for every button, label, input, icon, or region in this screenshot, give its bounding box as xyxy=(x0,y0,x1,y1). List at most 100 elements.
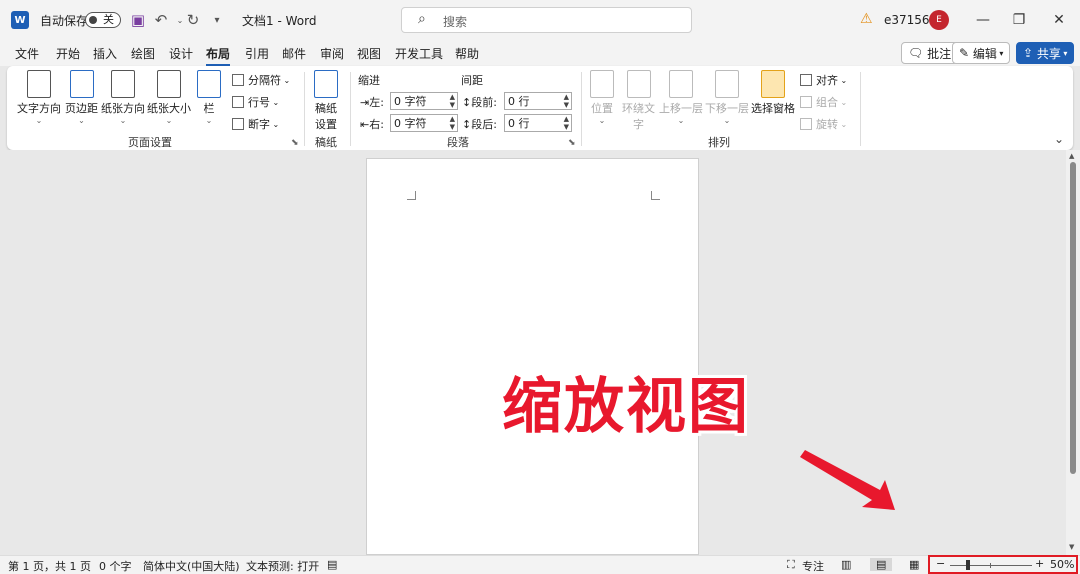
tab-layout[interactable]: 布局 xyxy=(206,45,231,66)
group-button[interactable]: 组合 ⌄ xyxy=(800,94,847,110)
paragraph-launcher-icon[interactable]: ⬊ xyxy=(568,138,576,148)
align-button[interactable]: 对齐 ⌄ xyxy=(800,72,847,88)
position-button[interactable]: 位置 ⌄ xyxy=(590,70,614,126)
text-direction-button[interactable]: 文字方向 ⌄ xyxy=(17,70,61,126)
selection-pane-icon xyxy=(761,70,785,98)
page-setup-launcher-icon[interactable]: ⬊ xyxy=(291,138,299,148)
avatar[interactable]: E xyxy=(929,10,949,30)
focus-label[interactable]: 专注 xyxy=(802,558,824,574)
scrollbar-thumb[interactable] xyxy=(1070,162,1076,474)
tab-developer[interactable]: 开发工具 xyxy=(395,45,443,62)
undo-icon[interactable]: ↶ xyxy=(151,10,171,30)
scroll-down-icon[interactable]: ▼ xyxy=(1069,543,1074,551)
bring-forward-button[interactable]: 上移一层 ⌄ xyxy=(659,70,703,126)
redo-icon[interactable]: ↻ xyxy=(183,10,203,30)
position-icon xyxy=(590,70,614,98)
indent-left-input[interactable]: 0 字符 ▲ ▼ xyxy=(390,92,458,110)
hyphenation-icon xyxy=(232,118,244,130)
hyphenation-label: 断字 xyxy=(248,118,270,131)
spinner-icon[interactable]: ▲ ▼ xyxy=(450,93,455,109)
comments-button[interactable]: 🗨 批注 xyxy=(901,42,959,64)
spinner-icon[interactable]: ▲ ▼ xyxy=(564,115,569,131)
breaks-icon xyxy=(232,74,244,86)
tab-file[interactable]: 文件 xyxy=(15,45,39,62)
wrap-text-button[interactable]: 环绕文 字 xyxy=(622,70,655,132)
web-layout-icon[interactable]: ▦ xyxy=(909,558,919,571)
zoom-slider-track[interactable] xyxy=(950,565,1032,566)
breaks-button[interactable]: 分隔符 ⌄ xyxy=(232,72,290,88)
send-backward-label: 下移一层 xyxy=(705,102,749,115)
collapse-ribbon-icon[interactable]: ⌄ xyxy=(1054,132,1064,146)
tab-review[interactable]: 审阅 xyxy=(320,45,344,62)
tab-mailings[interactable]: 邮件 xyxy=(282,45,306,62)
customize-qat-icon[interactable]: ▾ xyxy=(207,10,227,30)
spacing-before-input[interactable]: 0 行 ▲ ▼ xyxy=(504,92,572,110)
align-label: 对齐 xyxy=(816,74,838,87)
draft-settings-button[interactable]: 稿纸 设置 xyxy=(314,70,338,132)
page-setup-group-label: 页面设置 xyxy=(128,136,172,149)
tab-help[interactable]: 帮助 xyxy=(455,45,479,62)
warning-icon[interactable]: ⚠ xyxy=(860,11,873,27)
size-button[interactable]: 纸张大小 ⌄ xyxy=(147,70,191,126)
bring-forward-label: 上移一层 xyxy=(659,102,703,115)
tab-home[interactable]: 开始 xyxy=(56,45,80,62)
orientation-icon xyxy=(111,70,135,98)
close-icon[interactable]: ✕ xyxy=(1036,0,1080,40)
send-backward-button[interactable]: 下移一层 ⌄ xyxy=(705,70,749,126)
draft-settings-label-1: 稿纸 xyxy=(315,102,337,115)
columns-icon xyxy=(197,70,221,98)
editing-button[interactable]: ✎ 编辑 ▾ xyxy=(952,42,1011,64)
indent-right-input[interactable]: 0 字符 ▲ ▼ xyxy=(390,114,458,132)
columns-button[interactable]: 栏 ⌄ xyxy=(197,70,221,126)
text-prediction-status[interactable]: 文本预测: 打开 xyxy=(246,558,319,574)
zoom-out-icon[interactable]: − xyxy=(936,557,945,570)
accessibility-icon[interactable]: ▤ xyxy=(327,558,337,571)
tab-design[interactable]: 设计 xyxy=(169,45,193,62)
zoom-percent[interactable]: 50% xyxy=(1050,558,1074,571)
save-icon[interactable]: ▣ xyxy=(128,10,148,30)
focus-icon[interactable]: ⛶ xyxy=(787,558,795,572)
zoom-slider-knob[interactable] xyxy=(966,560,970,570)
position-label: 位置 xyxy=(591,102,613,115)
tab-view[interactable]: 视图 xyxy=(357,45,381,62)
scroll-up-icon[interactable]: ▲ xyxy=(1069,152,1074,160)
indent-right-icon: ⇤ xyxy=(360,118,370,131)
margins-button[interactable]: 页边距 ⌄ xyxy=(65,70,98,126)
group-divider xyxy=(304,72,305,146)
page-count[interactable]: 第 1 页，共 1 页 xyxy=(8,558,91,574)
username: e37156 xyxy=(884,13,930,27)
zoom-control[interactable]: − + 50% xyxy=(928,555,1078,574)
line-numbers-button[interactable]: 行号 ⌄ xyxy=(232,94,279,110)
word-count[interactable]: 0 个字 xyxy=(99,558,132,574)
language-status[interactable]: 简体中文(中国大陆) xyxy=(143,558,240,574)
orientation-button[interactable]: 纸张方向 ⌄ xyxy=(101,70,145,126)
share-button[interactable]: ⇪ 共享 ▾ xyxy=(1016,42,1075,64)
text-direction-label: 文字方向 xyxy=(17,102,61,115)
search-box[interactable]: ⌕ 搜索 xyxy=(401,7,692,33)
read-mode-icon[interactable]: ▥ xyxy=(841,558,851,571)
zoom-in-icon[interactable]: + xyxy=(1035,557,1044,570)
vertical-scrollbar[interactable]: ▲ ▼ xyxy=(1066,150,1080,555)
spacing-after-label: ↕段后: xyxy=(462,116,497,132)
spinner-icon[interactable]: ▲ ▼ xyxy=(564,93,569,109)
margins-label: 页边距 xyxy=(65,102,98,115)
status-bar: 第 1 页，共 1 页 0 个字 简体中文(中国大陆) 文本预测: 打开 ▤ ⛶… xyxy=(0,555,1080,574)
tab-draw[interactable]: 绘图 xyxy=(131,45,155,62)
tab-insert[interactable]: 插入 xyxy=(93,45,117,62)
indent-title: 缩进 xyxy=(358,74,380,87)
selection-pane-button[interactable]: 选择窗格 xyxy=(751,70,795,116)
spacing-before-text: 段前: xyxy=(471,96,497,109)
hyphenation-button[interactable]: 断字 ⌄ xyxy=(232,116,279,132)
autosave-toggle[interactable]: 关 xyxy=(85,12,121,28)
document-page[interactable] xyxy=(366,158,699,555)
corner-mark xyxy=(651,191,660,200)
text-direction-icon xyxy=(27,70,51,98)
draft-paper-icon xyxy=(314,70,338,98)
spacing-after-input[interactable]: 0 行 ▲ ▼ xyxy=(504,114,572,132)
wrap-text-icon xyxy=(626,70,651,98)
print-layout-icon[interactable]: ▤ xyxy=(870,558,893,571)
tab-references[interactable]: 引用 xyxy=(245,45,269,62)
editing-label: 编辑 xyxy=(972,46,997,61)
spinner-icon[interactable]: ▲ ▼ xyxy=(450,115,455,131)
rotate-button[interactable]: 旋转 ⌄ xyxy=(800,116,847,132)
